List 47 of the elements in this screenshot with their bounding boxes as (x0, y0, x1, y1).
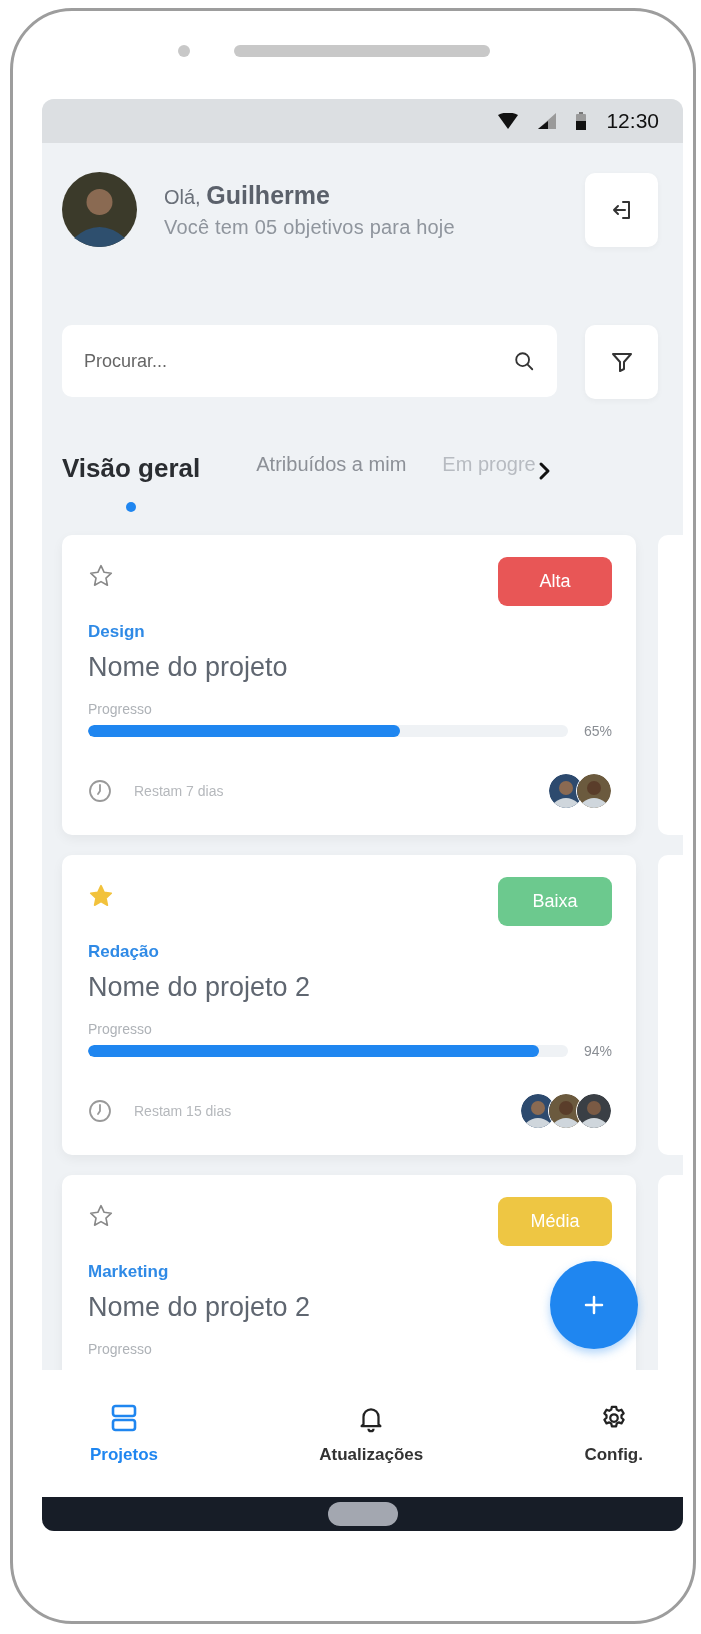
project-title: Nome do projeto 2 (88, 972, 311, 1003)
project-title: Nome do projeto 2 (88, 1292, 311, 1323)
priority-badge: Alta (498, 557, 612, 606)
project-card[interactable]: Média Marketing Nome do projeto 2 Progresso (62, 1175, 636, 1370)
project-category: Design (88, 622, 145, 642)
member-avatar-icon (576, 1093, 612, 1129)
priority-badge: Baixa (498, 877, 612, 926)
progress-percent: 65% (583, 723, 612, 739)
project-title: Nome do projeto (88, 652, 288, 683)
battery-icon (576, 112, 587, 130)
active-tab-dot (126, 502, 137, 512)
signal-icon (538, 113, 557, 129)
nav-item[interactable]: Projetos (90, 1402, 159, 1465)
project-card[interactable]: Baixa Redação Nome do projeto 2 Progresso 94% Restam 15 dias (62, 855, 636, 1155)
star-icon[interactable] (88, 883, 114, 909)
chevron-right-icon[interactable] (537, 461, 552, 481)
progress-label: Progresso (88, 1021, 152, 1037)
avatar-icon (62, 172, 137, 247)
star-icon[interactable] (88, 563, 114, 589)
search-field[interactable]: Procurar... (62, 325, 557, 397)
nav-item[interactable]: Config. (584, 1402, 643, 1465)
projects-icon (109, 1402, 139, 1433)
camera-dot (178, 45, 190, 57)
clock-icon (88, 779, 112, 803)
project-card[interactable]: Alta Design Nome do projeto Progresso 65% Restam 7 dias (62, 535, 636, 835)
star-icon[interactable] (88, 1203, 114, 1229)
goals-subtitle: Você tem 05 objetivos para hoje (164, 215, 456, 239)
search-icon (513, 350, 535, 372)
progress-percent: 94% (583, 1043, 612, 1059)
filter-button[interactable] (585, 325, 658, 399)
plus-icon (582, 1293, 606, 1317)
priority-badge: Média (498, 1197, 612, 1246)
progress-label: Progresso (88, 1341, 152, 1357)
nav-item[interactable]: Atualizações (319, 1402, 424, 1465)
clock-icon (88, 1099, 112, 1123)
filter-icon (609, 350, 634, 374)
home-button[interactable] (327, 1502, 398, 1526)
days-remaining: Restam 15 dias (134, 1103, 233, 1119)
tab[interactable]: Visão geral (62, 453, 201, 484)
greeting-text: Olá, Guilherme (164, 180, 331, 210)
project-category: Redação (88, 942, 159, 962)
wifi-icon (498, 113, 519, 129)
project-category: Marketing (88, 1262, 169, 1282)
progress-label: Progresso (88, 701, 152, 717)
status-time: 12:30 (606, 109, 659, 133)
member-avatar-icon (576, 773, 612, 809)
days-remaining: Restam 7 dias (134, 783, 225, 799)
